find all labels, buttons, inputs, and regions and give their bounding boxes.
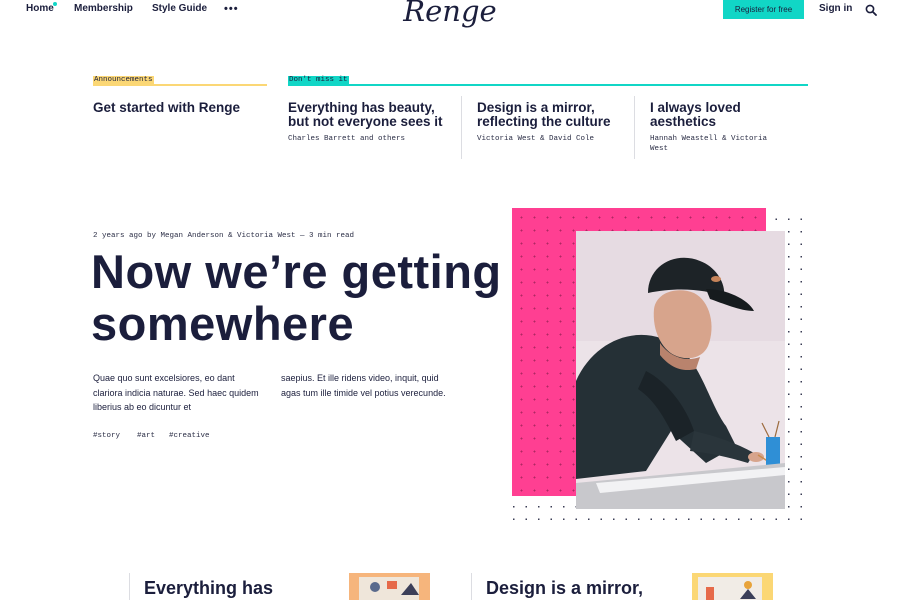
hero-paragraph: Quae quo sunt excelsiores, eo dant clari… bbox=[93, 373, 259, 412]
featured-post-title[interactable]: I always loved aesthetics bbox=[650, 101, 790, 129]
featured-post-title[interactable]: Get started with Renge bbox=[93, 101, 263, 115]
search-icon[interactable] bbox=[865, 4, 877, 16]
new-indicator-dot bbox=[53, 2, 57, 6]
register-button[interactable]: Register for free bbox=[723, 0, 804, 19]
hero-photo[interactable] bbox=[576, 231, 785, 509]
top-navigation: Home Membership Style Guide ••• Renge Re… bbox=[0, 0, 900, 28]
sign-in-link[interactable]: Sign in bbox=[819, 3, 852, 14]
post-card-title[interactable]: Design is a mirror, bbox=[486, 578, 643, 599]
tag-link[interactable]: #art bbox=[137, 432, 155, 440]
abstract-illustration-thumbnail bbox=[692, 573, 773, 600]
featured-post-title[interactable]: Design is a mirror, reflecting the cultu… bbox=[477, 101, 622, 129]
abstract-illustration-thumbnail bbox=[349, 573, 430, 600]
tag-link[interactable]: #creative bbox=[169, 432, 210, 440]
hero-paragraph: saepius. Et ille ridens video, inquit, q… bbox=[281, 373, 446, 398]
post-card-title[interactable]: Everything has bbox=[144, 578, 273, 599]
announcements-underline bbox=[93, 84, 267, 86]
post-card-thumbnail[interactable] bbox=[349, 573, 430, 600]
featured-post-authors[interactable]: Hannah Weastell & Victoria West bbox=[650, 134, 785, 154]
featured-post-authors[interactable]: Charles Barrett and others bbox=[288, 134, 448, 144]
column-divider bbox=[461, 96, 462, 159]
more-menu-icon[interactable]: ••• bbox=[224, 3, 239, 15]
artist-drawing-illustration bbox=[576, 231, 785, 509]
featured-post-authors[interactable]: Victoria West & David Cole bbox=[477, 134, 622, 144]
hero-title[interactable]: Now we’re getting somewhere bbox=[91, 246, 561, 350]
post-meta: 2 years ago by Megan Anderson & Victoria… bbox=[93, 232, 355, 240]
post-card-thumbnail[interactable] bbox=[692, 573, 773, 600]
column-divider bbox=[471, 573, 472, 600]
dont-miss-underline bbox=[288, 84, 808, 86]
nav-membership-link[interactable]: Membership bbox=[74, 3, 133, 14]
tag-link[interactable]: #story bbox=[93, 432, 120, 440]
column-divider bbox=[634, 96, 635, 159]
nav-style-guide-link[interactable]: Style Guide bbox=[152, 3, 207, 14]
brand-logo[interactable]: Renge bbox=[403, 0, 496, 28]
column-divider bbox=[129, 573, 130, 600]
nav-home-link[interactable]: Home bbox=[26, 3, 54, 14]
featured-post-title[interactable]: Everything has beauty, but not everyone … bbox=[288, 101, 448, 129]
